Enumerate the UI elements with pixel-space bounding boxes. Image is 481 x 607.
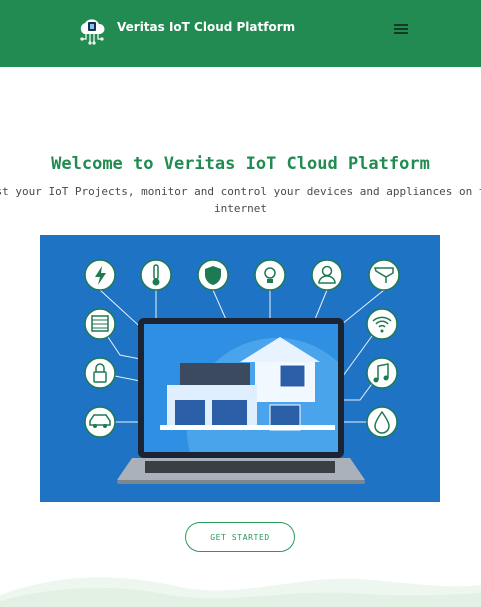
cctv-icon	[368, 259, 400, 291]
music-icon	[366, 357, 398, 389]
lightning-icon	[84, 259, 116, 291]
page-title: Welcome to Veritas IoT Cloud Platform	[51, 154, 430, 174]
window-blinds-icon	[84, 308, 116, 340]
shield-icon	[197, 259, 229, 291]
hamburger-menu-icon[interactable]	[394, 22, 410, 36]
car-icon	[84, 406, 116, 438]
user-icon	[311, 259, 343, 291]
footer-hills-decoration	[0, 577, 481, 607]
hero-subtitle: Test your IoT Projects, monitor and cont…	[0, 185, 481, 215]
brand-name[interactable]: Veritas IoT Cloud Platform	[117, 20, 295, 34]
cloud-chip-logo-icon[interactable]	[76, 14, 108, 46]
lock-icon	[84, 357, 116, 389]
bulb-icon	[254, 259, 286, 291]
smart-home-laptop-illustration	[40, 235, 440, 502]
laptop-graphic	[117, 318, 365, 484]
water-drop-icon	[366, 406, 398, 438]
get-started-button[interactable]: GET STARTED	[185, 522, 295, 552]
wifi-icon	[366, 308, 398, 340]
thermometer-icon	[140, 259, 172, 291]
top-navbar: Veritas IoT Cloud Platform	[0, 0, 481, 67]
